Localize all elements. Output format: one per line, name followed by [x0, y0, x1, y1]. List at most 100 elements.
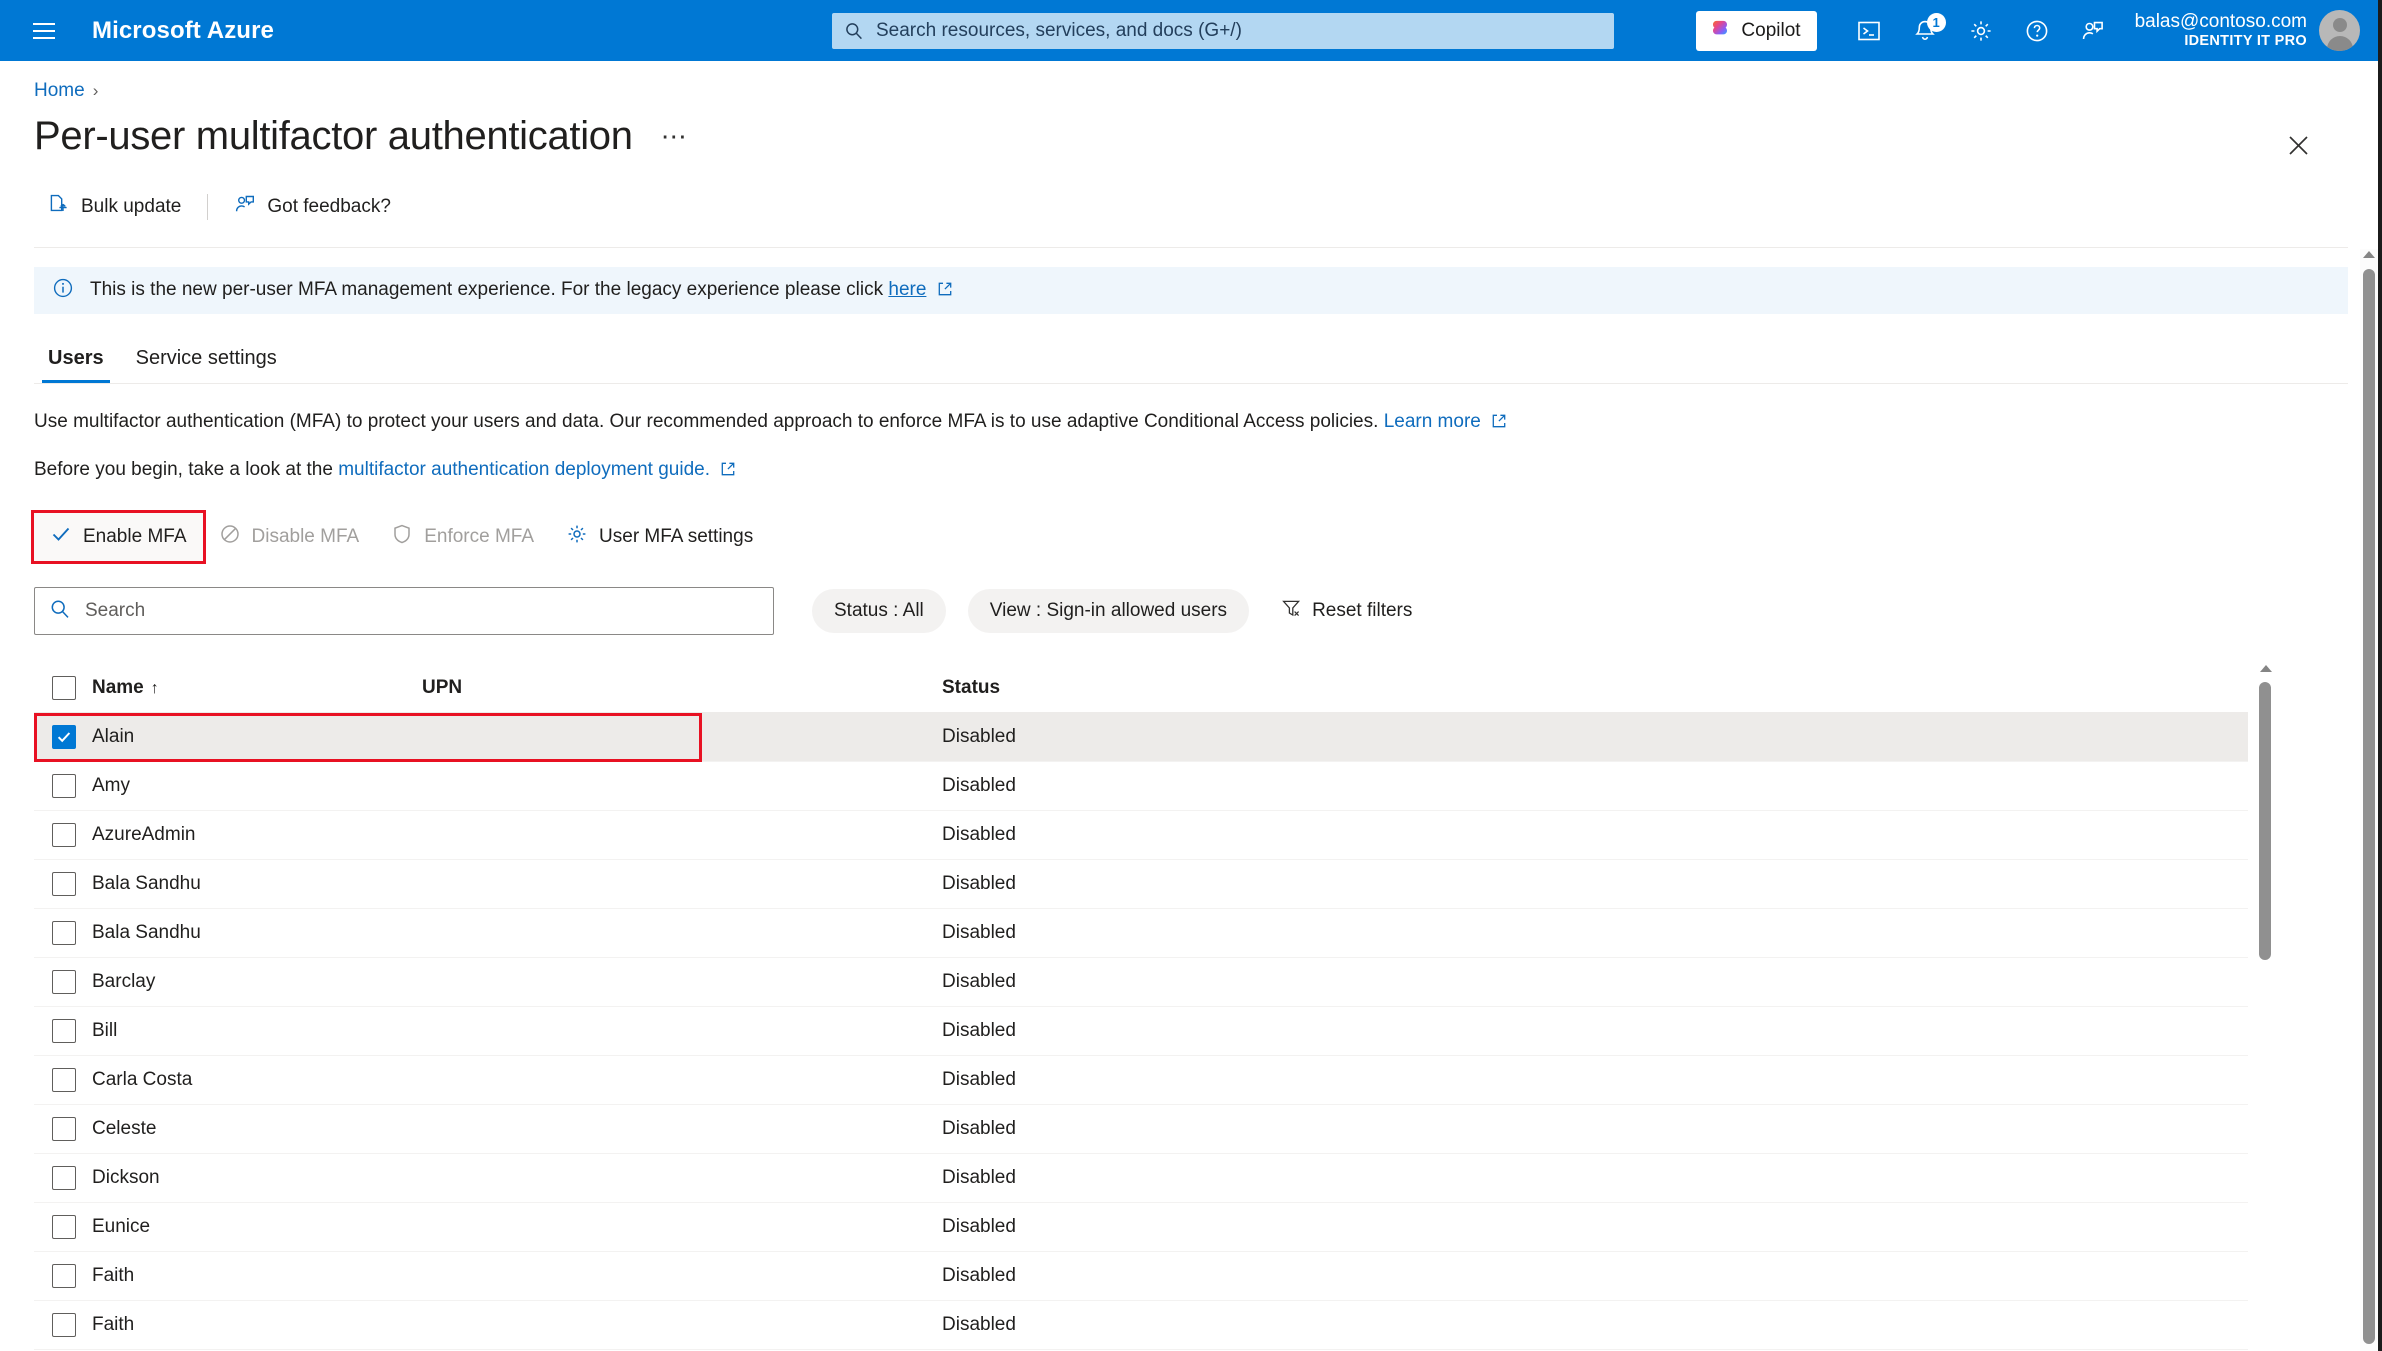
bulk-update-label: Bulk update [81, 196, 182, 217]
copilot-icon [1708, 16, 1732, 45]
column-header-status[interactable]: Status [942, 677, 1242, 699]
account-email: balas@contoso.com [2134, 10, 2307, 32]
notifications-icon[interactable]: 1 [1897, 3, 1953, 59]
cell-status: Disabled [942, 824, 1016, 845]
select-all-checkbox[interactable] [52, 675, 76, 700]
enable-mfa-button[interactable]: Enable MFA [31, 510, 206, 564]
table-row[interactable]: Carla Costa Disabled [34, 1056, 2248, 1105]
brand-logo-text[interactable]: Microsoft Azure [92, 17, 274, 45]
table-scrollbar-thumb[interactable] [2259, 682, 2271, 960]
filter-bar: Search Status : All View : Sign-in allow… [34, 587, 2382, 635]
row-checkbox[interactable] [52, 1313, 76, 1337]
row-checkbox[interactable] [52, 774, 76, 798]
user-mfa-settings-button[interactable]: User MFA settings [550, 513, 769, 561]
cell-name: Amy [92, 775, 130, 796]
row-checkbox[interactable] [52, 1019, 76, 1043]
cell-status: Disabled [942, 1216, 1016, 1237]
row-checkbox[interactable] [52, 823, 76, 847]
gear-icon [566, 523, 588, 551]
cloud-shell-icon[interactable] [1841, 3, 1897, 59]
table-row[interactable]: Faith Disabled [34, 1301, 2248, 1350]
description-text-1: Use multifactor authentication (MFA) to … [34, 411, 1384, 432]
deployment-guide-link[interactable]: multifactor authentication deployment gu… [338, 459, 710, 480]
reset-filters-label: Reset filters [1312, 600, 1413, 621]
hamburger-icon[interactable] [22, 9, 66, 53]
cell-name: AzureAdmin [92, 824, 196, 845]
filter-clear-icon [1281, 598, 1302, 625]
more-options-button[interactable]: ⋯ [653, 123, 697, 149]
gear-icon[interactable] [1953, 3, 2009, 59]
header-actions: Copilot 1 balas@contoso.com IDENTITY IT … [1696, 0, 2360, 61]
table-row[interactable]: Barclay Disabled [34, 958, 2248, 1007]
external-link-icon [720, 461, 736, 483]
block-circle-icon [219, 523, 241, 551]
table-scrollbar[interactable] [2257, 663, 2274, 960]
scroll-up-arrow-icon[interactable] [2260, 665, 2272, 672]
table-row[interactable]: Bala Sandhu Disabled [34, 860, 2248, 909]
cell-status: Disabled [942, 1020, 1016, 1041]
cell-name: Faith [92, 1265, 135, 1286]
info-banner-link[interactable]: here [888, 279, 926, 300]
got-feedback-button[interactable]: Got feedback? [220, 185, 405, 229]
enforce-mfa-button: Enforce MFA [375, 513, 550, 561]
reset-filters-button[interactable]: Reset filters [1271, 590, 1422, 633]
table-row[interactable]: Dickson Disabled [34, 1154, 2248, 1203]
account-menu[interactable]: balas@contoso.com IDENTITY IT PRO [2135, 10, 2360, 51]
table-row[interactable]: Eunice Disabled [34, 1203, 2248, 1252]
row-checkbox[interactable] [52, 1068, 76, 1092]
bulk-update-button[interactable]: Bulk update [34, 185, 195, 229]
view-filter-pill[interactable]: View : Sign-in allowed users [967, 589, 1250, 633]
row-checkbox[interactable] [52, 1264, 76, 1288]
row-select-cell [34, 1166, 92, 1190]
page-scrollbar-thumb[interactable] [2363, 269, 2375, 1344]
column-header-name-label: Name [92, 676, 144, 698]
description-line-1: Use multifactor authentication (MFA) to … [34, 411, 2382, 435]
checkmark-icon [50, 523, 72, 551]
cell-status: Disabled [942, 873, 1016, 894]
column-header-name[interactable]: Name ↑ [92, 677, 422, 699]
learn-more-link[interactable]: Learn more [1384, 411, 1481, 432]
cell-status: Disabled [942, 1265, 1016, 1286]
row-checkbox[interactable] [52, 1215, 76, 1239]
feedback-icon[interactable] [2065, 3, 2121, 59]
row-checkbox[interactable] [52, 872, 76, 896]
table-row[interactable]: Faith Disabled [34, 1252, 2248, 1301]
cell-name: Bala Sandhu [92, 922, 201, 943]
window-right-edge [2378, 0, 2382, 1351]
disable-mfa-button: Disable MFA [203, 513, 376, 561]
row-checkbox[interactable] [52, 1117, 76, 1141]
table-row[interactable]: Alain Disabled [34, 713, 2248, 762]
page-scrollbar[interactable] [2360, 249, 2378, 1351]
table-row[interactable]: Bala Sandhu Disabled [34, 909, 2248, 958]
row-checkbox[interactable] [52, 1166, 76, 1190]
notifications-badge: 1 [1926, 12, 1946, 32]
info-banner: This is the new per-user MFA management … [34, 267, 2348, 314]
column-header-upn[interactable]: UPN [422, 677, 942, 699]
description-text-2: Before you begin, take a look at the [34, 459, 339, 480]
tab-service-settings[interactable]: Service settings [122, 338, 291, 383]
status-filter-pill[interactable]: Status : All [812, 589, 946, 633]
breadcrumb-home[interactable]: Home [34, 80, 85, 102]
search-input[interactable]: Search [34, 587, 774, 635]
row-checkbox[interactable] [52, 725, 76, 749]
row-checkbox[interactable] [52, 970, 76, 994]
sort-ascending-icon: ↑ [150, 679, 159, 697]
scroll-up-arrow-icon[interactable] [2363, 251, 2375, 258]
row-select-cell [34, 823, 92, 847]
description-line-2: Before you begin, take a look at the mul… [34, 459, 2382, 483]
close-icon[interactable] [2278, 125, 2318, 165]
help-icon[interactable] [2009, 3, 2065, 59]
table-row[interactable]: Celeste Disabled [34, 1105, 2248, 1154]
table-row[interactable]: AzureAdmin Disabled [34, 811, 2248, 860]
avatar[interactable] [2319, 10, 2360, 51]
table-row[interactable]: Bill Disabled [34, 1007, 2248, 1056]
toolbar-divider [207, 194, 209, 220]
global-search-input[interactable]: Search resources, services, and docs (G+… [832, 12, 1614, 49]
table-row[interactable]: Amy Disabled [34, 762, 2248, 811]
row-checkbox[interactable] [52, 921, 76, 945]
tab-users[interactable]: Users [34, 338, 118, 383]
user-mfa-settings-label: User MFA settings [599, 526, 754, 547]
copilot-button[interactable]: Copilot [1696, 10, 1817, 51]
cell-name: Eunice [92, 1216, 151, 1237]
row-select-cell [34, 1313, 92, 1337]
